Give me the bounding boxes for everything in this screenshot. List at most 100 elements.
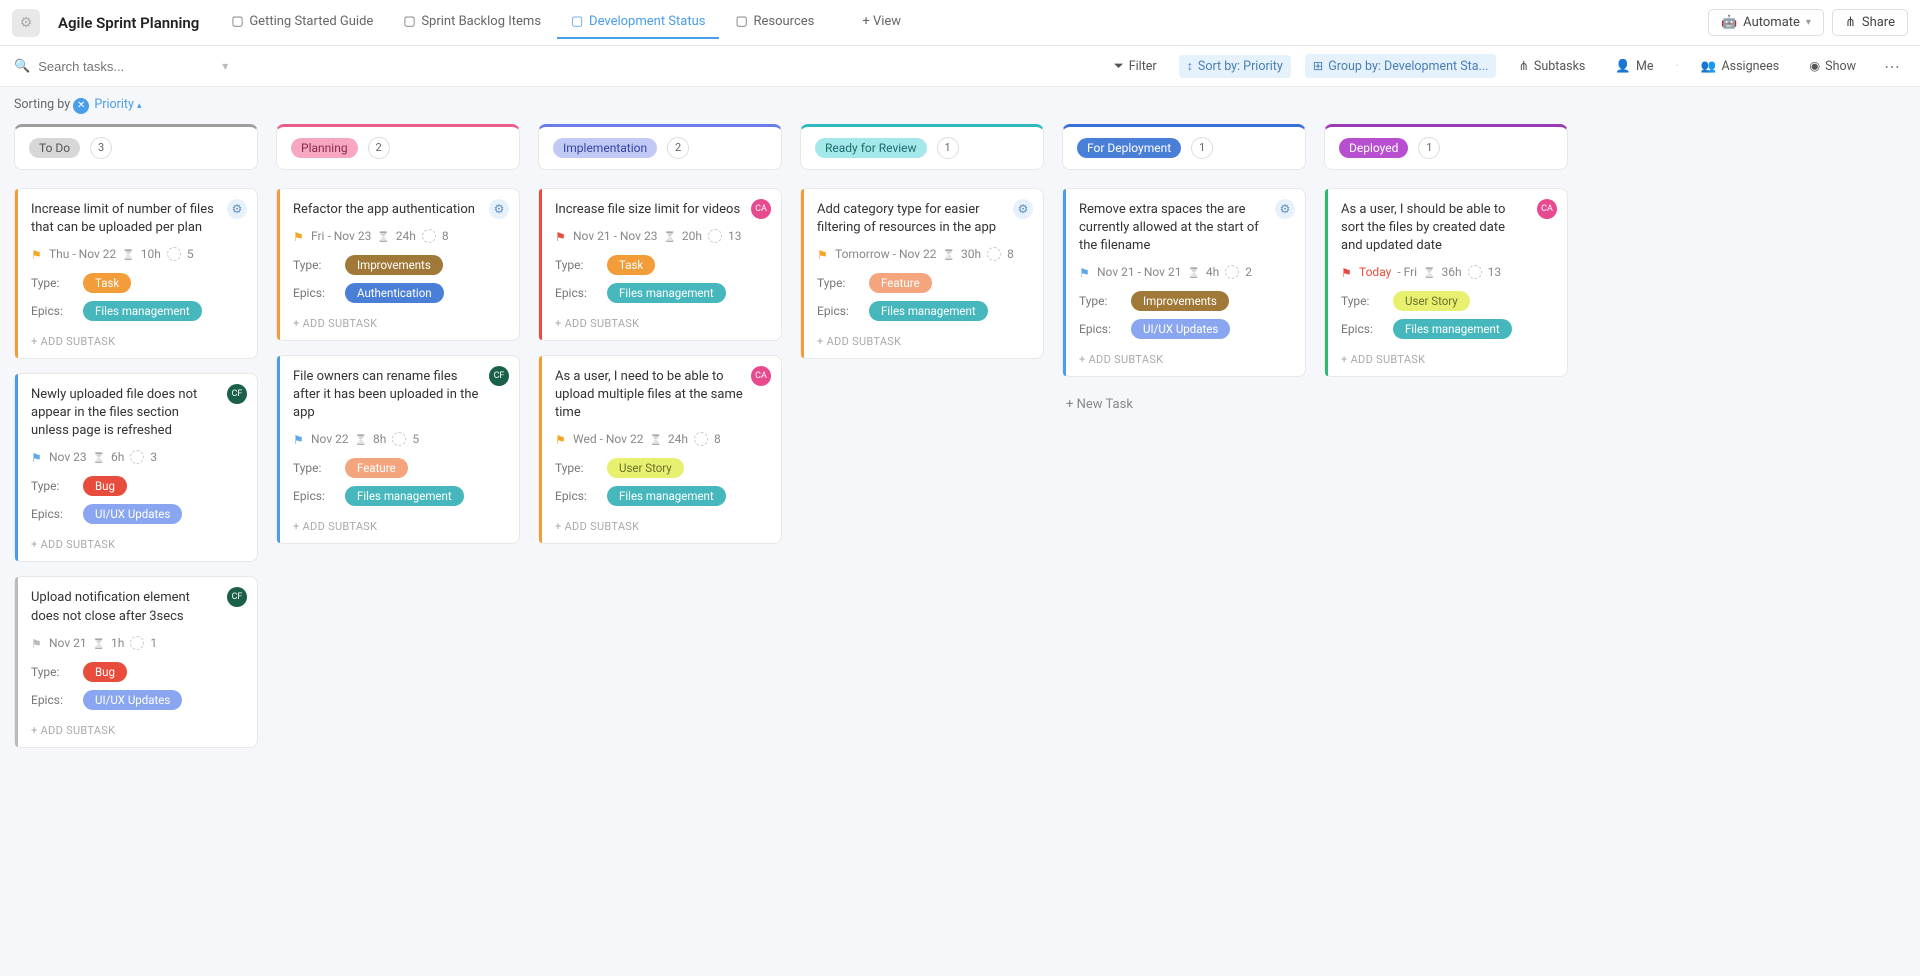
add-subtask-button[interactable]: + ADD SUBTASK	[553, 311, 767, 332]
card-dates: Nov 21 - Nov 21	[1097, 265, 1181, 279]
add-subtask-button[interactable]: + ADD SUBTASK	[1339, 347, 1553, 368]
card-dates: Nov 21 - Nov 23	[573, 229, 657, 243]
flag-icon[interactable]: ⚑	[1341, 266, 1353, 278]
groupby-button[interactable]: ⊞ Group by: Development Sta...	[1305, 54, 1497, 78]
type-tag[interactable]: Task	[607, 255, 655, 275]
flag-icon[interactable]: ⚑	[31, 248, 43, 260]
add-subtask-button[interactable]: + ADD SUBTASK	[815, 329, 1029, 350]
flag-icon[interactable]: ⚑	[555, 433, 567, 445]
epic-tag[interactable]: Files management	[869, 301, 988, 321]
assignees-label: Assignees	[1722, 59, 1780, 74]
tab-sprint-backlog-items[interactable]: ▢Sprint Backlog Items	[389, 6, 555, 39]
tab-getting-started-guide[interactable]: ▢Getting Started Guide	[217, 6, 387, 39]
epic-tag[interactable]: UI/UX Updates	[83, 504, 182, 524]
assignee-avatar[interactable]: CF	[489, 366, 509, 386]
search-input[interactable]	[38, 59, 214, 74]
assignee-avatar[interactable]: CF	[227, 384, 247, 404]
epic-tag[interactable]: Files management	[607, 486, 726, 506]
epic-tag[interactable]: Files management	[83, 301, 202, 321]
priority-bar	[1325, 189, 1328, 377]
task-card[interactable]: Add category type for easier filtering o…	[800, 188, 1044, 359]
epic-tag[interactable]: Authentication	[345, 283, 444, 303]
flag-icon[interactable]: ⚑	[31, 637, 43, 649]
column-header[interactable]: Ready for Review1	[800, 124, 1044, 170]
column-header[interactable]: To Do3	[14, 124, 258, 170]
search-box[interactable]: 🔍 ▾	[14, 59, 224, 74]
epic-tag[interactable]: UI/UX Updates	[83, 690, 182, 710]
new-task-button[interactable]: + New Task	[1062, 391, 1306, 418]
show-button[interactable]: ◉ Show	[1801, 54, 1864, 78]
epic-tag[interactable]: Files management	[1393, 319, 1512, 339]
gear-icon[interactable]	[1013, 199, 1033, 219]
task-card[interactable]: CFUpload notification element does not c…	[14, 576, 258, 747]
sorting-indicator: Sorting by ✕ Priority ▴	[0, 87, 1920, 124]
add-subtask-button[interactable]: + ADD SUBTASK	[1077, 347, 1291, 368]
tab-resources[interactable]: ▢Resources	[721, 6, 828, 39]
add-subtask-button[interactable]: + ADD SUBTASK	[29, 532, 243, 553]
add-subtask-button[interactable]: + ADD SUBTASK	[291, 514, 505, 535]
flag-icon[interactable]: ⚑	[293, 433, 305, 445]
assignee-avatar[interactable]: CA	[1537, 199, 1557, 219]
me-button[interactable]: 👤 Me	[1607, 55, 1661, 78]
type-tag[interactable]: Feature	[869, 273, 932, 293]
type-tag[interactable]: Improvements	[1131, 291, 1229, 311]
type-tag[interactable]: Improvements	[345, 255, 443, 275]
column-header[interactable]: Implementation2	[538, 124, 782, 170]
add-subtask-button[interactable]: + ADD SUBTASK	[291, 311, 505, 332]
task-card[interactable]: CAIncrease file size limit for videos⚑No…	[538, 188, 782, 341]
sortby-button[interactable]: ↕ Sort by: Priority	[1179, 55, 1291, 78]
add-subtask-button[interactable]: + ADD SUBTASK	[29, 718, 243, 739]
flag-icon[interactable]: ⚑	[817, 248, 829, 260]
assignee-avatar[interactable]: CA	[751, 366, 771, 386]
gear-icon[interactable]	[1275, 199, 1295, 219]
filter-button[interactable]: ⏷ Filter	[1106, 55, 1165, 78]
automate-button[interactable]: 🤖 Automate ▾	[1708, 9, 1824, 36]
card-meta: ⚑Nov 211h1	[29, 636, 243, 650]
type-tag[interactable]: Feature	[345, 458, 408, 478]
task-card[interactable]: CAAs a user, I need to be able to upload…	[538, 355, 782, 545]
share-button[interactable]: ⋔ Share	[1832, 9, 1908, 36]
task-card[interactable]: Remove extra spaces the are currently al…	[1062, 188, 1306, 378]
type-tag[interactable]: Bug	[83, 476, 127, 496]
tab--view[interactable]: + View	[830, 6, 915, 39]
flag-icon[interactable]: ⚑	[1079, 266, 1091, 278]
column-header[interactable]: Planning2	[276, 124, 520, 170]
task-card[interactable]: CAAs a user, I should be able to sort th…	[1324, 188, 1568, 378]
chevron-down-icon[interactable]: ▾	[222, 59, 228, 73]
card-title: Remove extra spaces the are currently al…	[1077, 201, 1291, 256]
column-header[interactable]: Deployed1	[1324, 124, 1568, 170]
flag-icon[interactable]: ⚑	[555, 230, 567, 242]
assignee-avatar[interactable]: CF	[227, 587, 247, 607]
task-card[interactable]: CFNewly uploaded file does not appear in…	[14, 373, 258, 563]
epic-tag[interactable]: Files management	[345, 486, 464, 506]
type-tag[interactable]: User Story	[607, 458, 684, 478]
tab-development-status[interactable]: ▢Development Status	[557, 6, 719, 39]
story-points-icon	[167, 247, 181, 261]
more-menu[interactable]: ⋯	[1878, 57, 1906, 76]
assignee-avatar[interactable]: CA	[751, 199, 771, 219]
task-card[interactable]: Increase limit of number of files that c…	[14, 188, 258, 359]
card-dates: Fri - Nov 23	[311, 229, 371, 243]
type-tag[interactable]: User Story	[1393, 291, 1470, 311]
hourglass-icon	[93, 636, 105, 650]
sorting-field[interactable]: Priority	[94, 97, 134, 112]
task-card[interactable]: Refactor the app authentication⚑Fri - No…	[276, 188, 520, 341]
column-header[interactable]: For Deployment1	[1062, 124, 1306, 170]
epic-tag[interactable]: UI/UX Updates	[1131, 319, 1230, 339]
task-card[interactable]: CFFile owners can rename files after it …	[276, 355, 520, 545]
add-subtask-button[interactable]: + ADD SUBTASK	[553, 514, 767, 535]
clear-sort-button[interactable]: ✕	[73, 98, 89, 114]
add-subtask-button[interactable]: + ADD SUBTASK	[29, 329, 243, 350]
gear-icon[interactable]	[489, 199, 509, 219]
flag-icon[interactable]: ⚑	[293, 230, 305, 242]
epic-tag[interactable]: Files management	[607, 283, 726, 303]
gear-icon[interactable]	[227, 199, 247, 219]
subtasks-button[interactable]: ⋔ Subtasks	[1510, 54, 1593, 78]
type-tag[interactable]: Bug	[83, 662, 127, 682]
card-meta: ⚑Fri - Nov 2324h8	[291, 229, 505, 243]
assignees-button[interactable]: 👥 Assignees	[1693, 55, 1787, 78]
type-tag[interactable]: Task	[83, 273, 131, 293]
card-meta: ⚑Nov 21 - Nov 2320h13	[553, 229, 767, 243]
flag-icon[interactable]: ⚑	[31, 451, 43, 463]
card-hours: 4h	[1206, 265, 1219, 279]
